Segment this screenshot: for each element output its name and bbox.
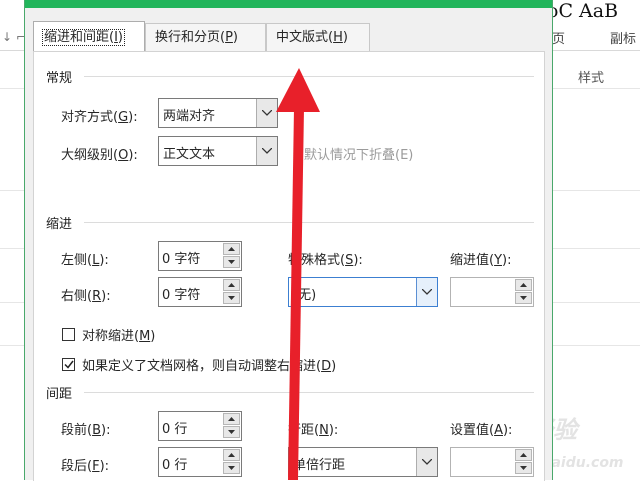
annotation-arrow-icon <box>0 0 640 480</box>
